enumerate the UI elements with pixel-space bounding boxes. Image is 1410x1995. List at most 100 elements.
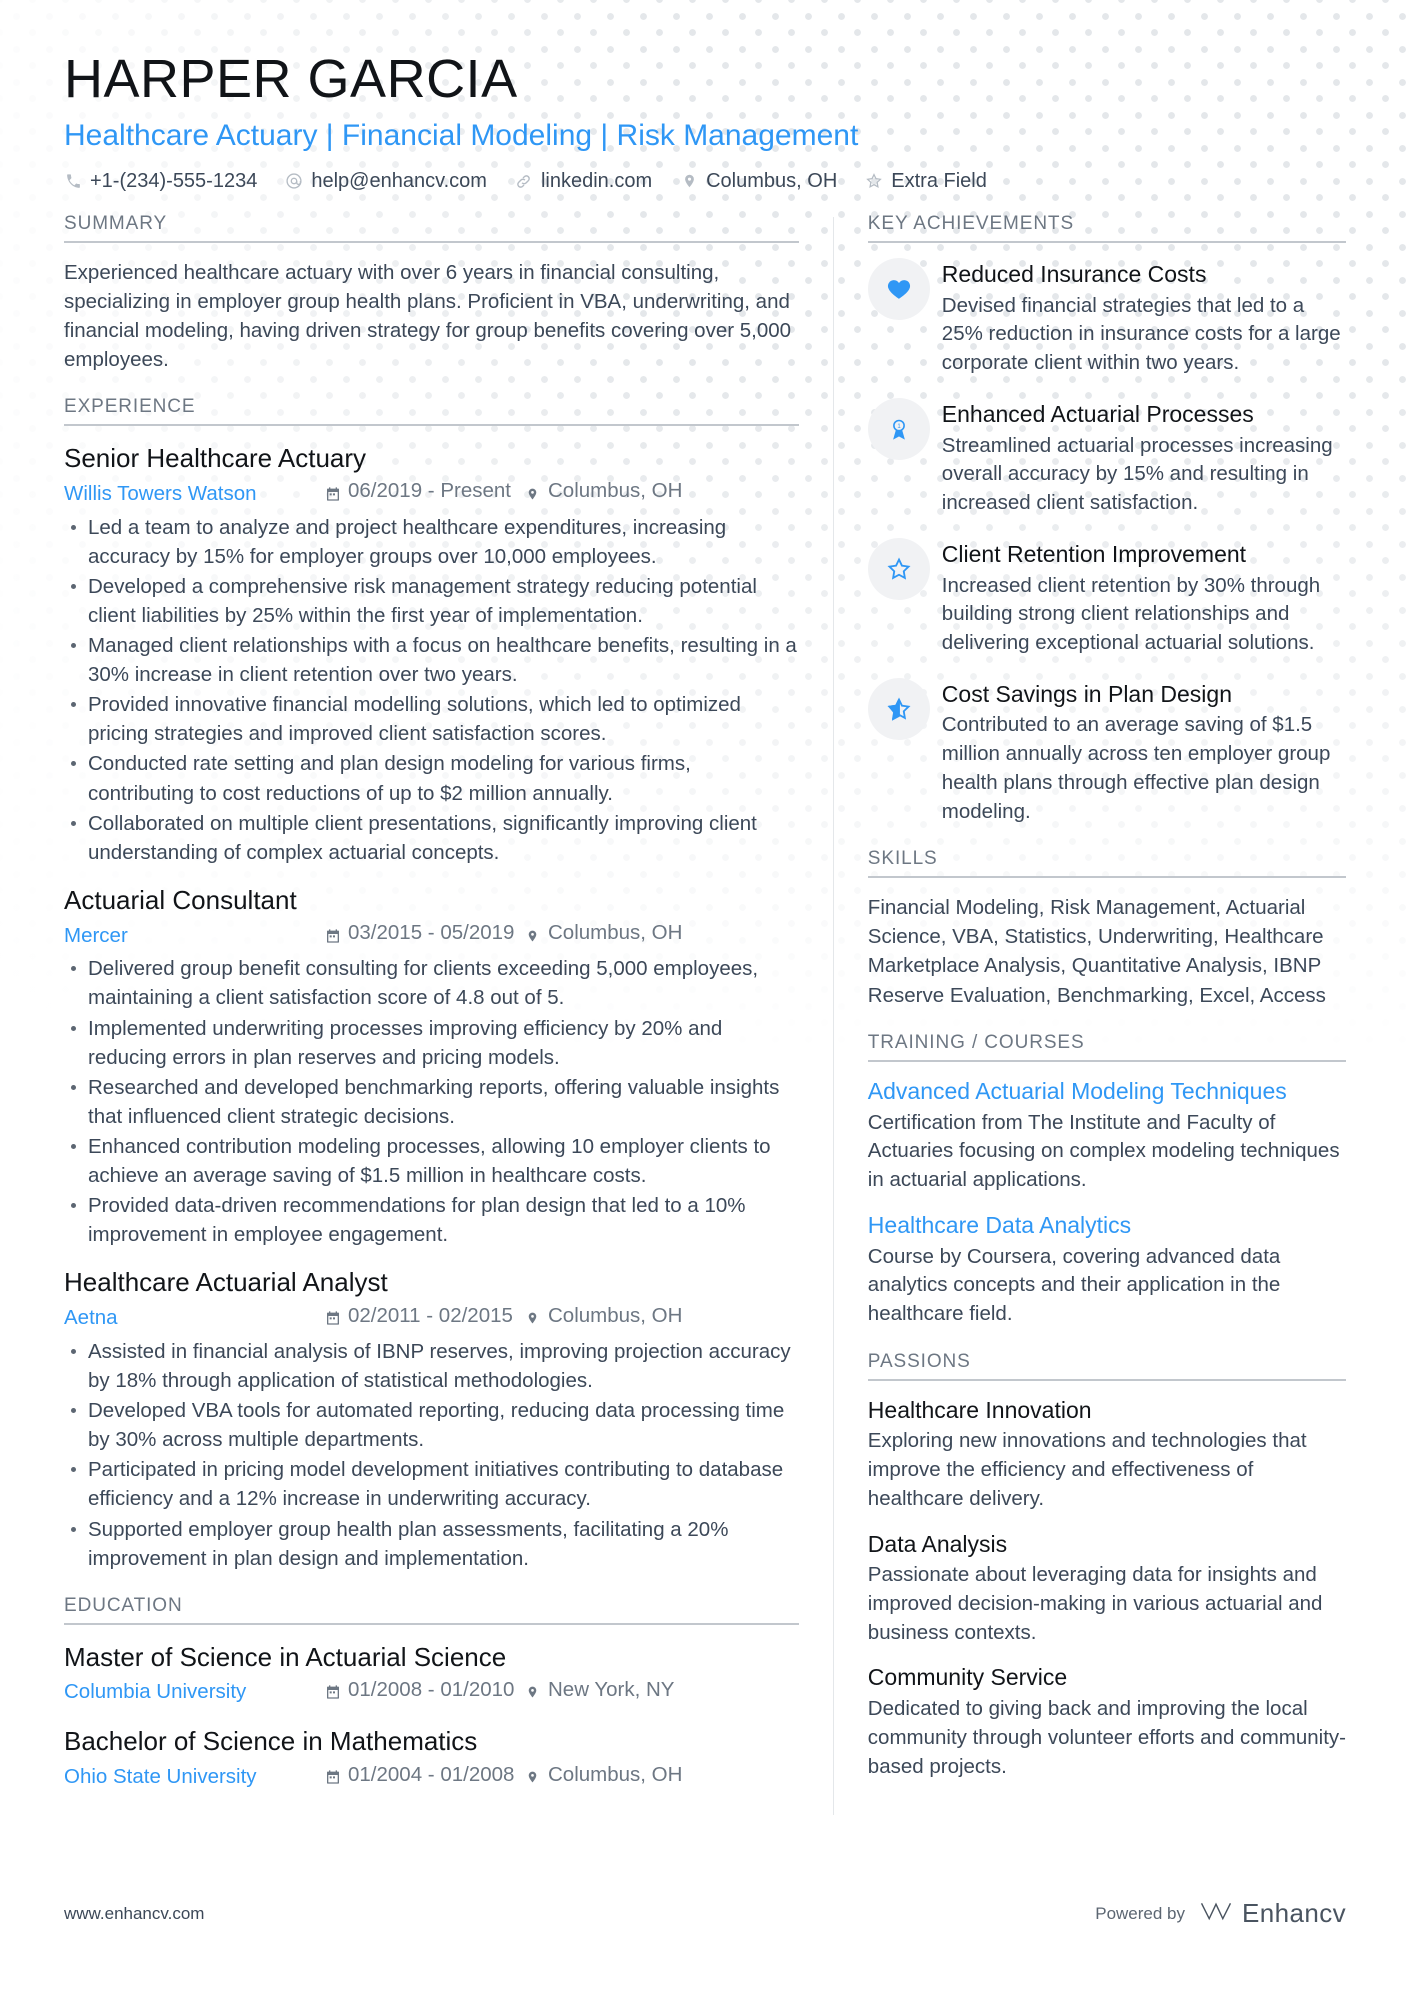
skills-heading: SKILLS [867,848,938,870]
job-company[interactable]: Aetna [64,1303,324,1334]
calendar-icon [324,927,341,944]
star-outline-icon [865,172,883,190]
award-ribbon-icon: 1 [867,397,930,460]
section-rule [867,876,1347,879]
skills-text: Financial Modeling, Risk Management, Act… [867,896,1326,1007]
contact-location[interactable]: Columbus, OH [680,170,837,193]
left-column: SUMMARY Experienced healthcare actuary w… [64,213,833,1815]
achievement-item: Cost Savings in Plan Design Contributed … [867,677,1346,827]
job-date-text: 02/2011 - 02/2015 [348,1303,513,1327]
bullet-item: Conducted rate setting and plan design m… [64,749,799,807]
job-title: Healthcare Actuarial Analyst [64,1267,388,1298]
section-rule [64,240,799,243]
training-title[interactable]: Advanced Actuarial Modeling Techniques [868,1077,1346,1107]
contact-extra-field[interactable]: Extra Field [865,170,987,193]
experience-heading: EXPERIENCE [64,396,196,418]
contact-link[interactable]: linkedin.com [515,170,652,193]
achievement-text: Contributed to an average saving of $1.5… [941,713,1331,823]
resume-body: SUMMARY Experienced healthcare actuary w… [64,212,1347,1815]
location-pin-icon [524,1310,541,1327]
right-column: KEY ACHIEVEMENTS Reduced Insurance Costs… [834,212,1347,1804]
contact-email[interactable]: help@enhancv.com [285,170,487,193]
contact-phone-text: +1-(234)-555-1234 [90,169,258,192]
location-pin-icon [524,1768,541,1785]
summary-heading: SUMMARY [64,212,168,234]
contact-phone[interactable]: +1-(234)-555-1234 [64,170,257,193]
location-pin-icon [524,1684,541,1701]
experience-entry: Actuarial Consultant Mercer 03/2015 - 05… [64,883,799,1250]
section-key-achievements: KEY ACHIEVEMENTS Reduced Insurance Costs… [867,212,1347,827]
star-half-icon [867,677,930,740]
email-icon [285,172,303,190]
section-skills: SKILLS Financial Modeling, Risk Manageme… [867,848,1347,1009]
job-date-text: 06/2019 - Present [348,479,511,503]
bullet-item: Developed a comprehensive risk managemen… [64,572,799,630]
passion-item: Community Service Dedicated to giving ba… [868,1663,1346,1781]
achievement-body: Client Retention Improvement Increased c… [942,538,1346,658]
degree-meta: Ohio State University 01/2004 - 01/2008 [64,1760,799,1793]
section-education: EDUCATION Master of Science in Actuarial… [64,1595,799,1793]
job-company[interactable]: Willis Towers Watson [64,479,324,510]
achievement-item: Reduced Insurance Costs Devised financia… [867,257,1346,378]
degree-date-text: 01/2004 - 01/2008 [348,1762,515,1786]
achievements-heading: KEY ACHIEVEMENTS [867,212,1075,234]
bullet-item: Delivered group benefit consulting for c… [64,954,799,1012]
training-title[interactable]: Healthcare Data Analytics [868,1211,1346,1241]
calendar-icon [324,1768,341,1785]
calendar-icon [324,1310,341,1327]
job-bullets: Delivered group benefit consulting for c… [64,954,799,1249]
job-meta: Mercer 03/2015 - 05/2019 Columbus, OH [64,918,799,951]
achievement-body: Reduced Insurance Costs Devised financia… [942,258,1346,378]
section-rule [64,424,799,427]
location-pin-icon [680,172,698,190]
page-footer: www.enhancv.com Powered by Enhancv [64,1898,1346,1929]
job-date: 06/2019 - Present [324,476,524,507]
location-pin-icon [524,485,541,502]
bullet-item: Implemented underwriting processes impro… [64,1014,799,1072]
achievement-body: Cost Savings in Plan Design Contributed … [942,678,1346,827]
footer-website-url[interactable]: www.enhancv.com [64,1904,204,1924]
job-location: Columbus, OH [524,1301,682,1332]
training-item: Advanced Actuarial Modeling Techniques C… [868,1077,1346,1195]
training-heading: TRAINING / COURSES [867,1031,1085,1053]
degree-location: New York, NY [524,1675,674,1706]
achievement-title: Cost Savings in Plan Design [941,680,1233,707]
enhancv-logo[interactable]: Enhancv [1199,1898,1346,1929]
location-pin-icon [524,927,541,944]
job-meta: Aetna 02/2011 - 02/2015 Columbus, OH [64,1301,799,1334]
school-name[interactable]: Ohio State University [64,1762,324,1793]
experience-entry: Senior Healthcare Actuary Willis Towers … [64,441,799,867]
achievement-title: Reduced Insurance Costs [941,260,1207,287]
calendar-icon [324,485,341,502]
achievement-item: Client Retention Improvement Increased c… [867,537,1346,658]
bullet-item: Developed VBA tools for automated report… [64,1396,799,1454]
school-name[interactable]: Columbia University [64,1677,324,1708]
bullet-item: Participated in pricing model developmen… [64,1455,799,1513]
job-location-text: Columbus, OH [548,921,683,945]
job-bullets: Led a team to analyze and project health… [64,513,799,867]
job-location: Columbus, OH [524,476,682,507]
achievement-body: Enhanced Actuarial Processes Streamlined… [942,398,1346,518]
enhancv-wordmark: Enhancv [1242,1898,1346,1928]
bullet-item: Collaborated on multiple client presenta… [64,809,799,867]
section-rule [867,1059,1347,1062]
passion-item: Data Analysis Passionate about leveragin… [868,1530,1346,1648]
job-date-text: 03/2015 - 05/2019 [348,921,515,945]
contact-email-text: help@enhancv.com [311,169,487,192]
section-rule [867,240,1347,243]
contact-row: +1-(234)-555-1234 help@enhancv.com linke… [64,170,1346,193]
training-text: Certification from The Institute and Fac… [867,1110,1340,1191]
star-outline-icon [867,537,930,600]
candidate-headline: Healthcare Actuary | Financial Modeling … [64,118,859,152]
job-location-text: Columbus, OH [548,1303,683,1327]
phone-icon [64,172,82,190]
contact-link-text: linkedin.com [540,169,653,192]
degree-location-text: Columbus, OH [548,1762,683,1786]
job-company[interactable]: Mercer [64,921,324,952]
achievement-text: Devised financial strategies that led to… [941,293,1341,374]
bullet-item: Led a team to analyze and project health… [64,513,799,571]
calendar-icon [324,1684,341,1701]
section-rule [867,1378,1347,1381]
section-passions: PASSIONS Healthcare Innovation Exploring… [867,1351,1347,1782]
contact-location-text: Columbus, OH [706,169,838,192]
